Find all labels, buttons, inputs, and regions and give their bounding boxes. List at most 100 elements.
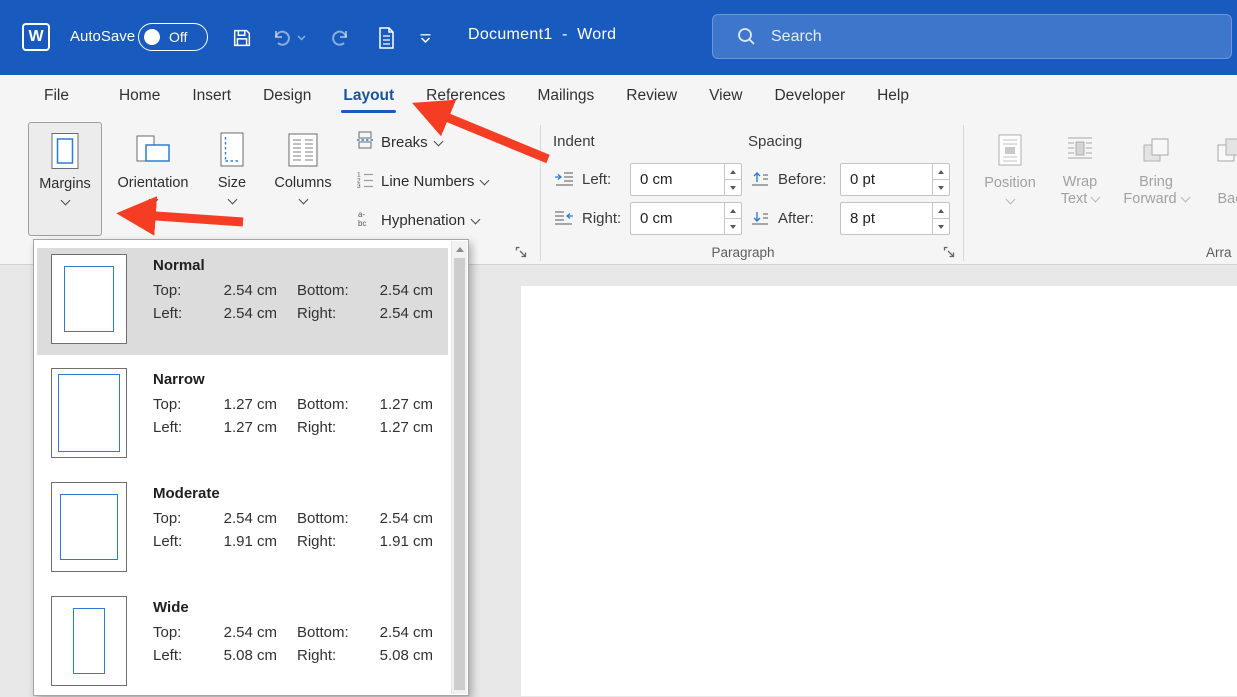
indent-left-spinner xyxy=(724,164,741,195)
bottom-label: Bottom: xyxy=(277,624,363,641)
spin-up-button[interactable] xyxy=(725,164,741,179)
right-value: 2.54 cm xyxy=(363,305,433,322)
indent-right-field xyxy=(630,202,742,235)
line-numbers-label: Line Numbers xyxy=(381,173,474,190)
margins-button[interactable]: Margins xyxy=(28,122,102,236)
position-button: Position xyxy=(982,122,1038,236)
tab-developer[interactable]: Developer xyxy=(758,75,861,117)
spacing-after-field xyxy=(840,202,950,235)
tab-help[interactable]: Help xyxy=(861,75,925,117)
spacing-before-spinner xyxy=(932,164,949,195)
line-numbers-button[interactable]: 123 Line Numbers xyxy=(350,166,494,196)
tab-references[interactable]: References xyxy=(410,75,521,117)
margins-option-moderate[interactable]: Moderate Top: 2.54 cm Bottom: 2.54 cm Le… xyxy=(37,476,448,583)
right-label: Right: xyxy=(277,419,363,436)
orientation-icon xyxy=(135,129,171,171)
tab-layout[interactable]: Layout xyxy=(327,75,410,117)
chevron-down-icon xyxy=(1005,195,1015,205)
margin-preview-icon xyxy=(51,368,127,458)
toggle-knob-icon xyxy=(144,29,160,45)
margin-option-title: Wide xyxy=(153,598,433,618)
spin-up-button[interactable] xyxy=(725,203,741,218)
spacing-after-spinner xyxy=(932,203,949,234)
left-value: 2.54 cm xyxy=(205,305,277,322)
margins-option-wide[interactable]: Wide Top: 2.54 cm Bottom: 2.54 cm Left: … xyxy=(37,590,448,697)
search-icon xyxy=(737,27,756,46)
tab-view[interactable]: View xyxy=(693,75,758,117)
margin-preview-icon xyxy=(51,482,127,572)
columns-label: Columns xyxy=(274,174,331,192)
bring-forward-icon xyxy=(1141,129,1171,171)
quick-access-dropdown-icon[interactable] xyxy=(416,24,434,52)
chevron-down-icon xyxy=(227,195,237,205)
indent-right-label: Right: xyxy=(582,202,621,235)
tab-file[interactable]: File xyxy=(28,75,85,117)
spin-up-button[interactable] xyxy=(933,203,949,218)
left-label: Left: xyxy=(153,305,205,322)
indent-left-field xyxy=(630,163,742,196)
size-label: Size xyxy=(218,174,246,192)
top-label: Top: xyxy=(153,396,205,413)
size-icon xyxy=(217,129,247,171)
tab-home[interactable]: Home xyxy=(103,75,176,117)
document-page[interactable] xyxy=(521,286,1237,696)
right-value: 1.27 cm xyxy=(363,419,433,436)
right-label: Right: xyxy=(277,647,363,664)
indent-right-spinner xyxy=(724,203,741,234)
indent-left-label: Left: xyxy=(582,163,611,196)
word-app-icon: W xyxy=(22,23,50,51)
tab-review[interactable]: Review xyxy=(610,75,693,117)
chevron-down-icon xyxy=(433,136,443,146)
spin-down-button[interactable] xyxy=(933,218,949,234)
tab-design[interactable]: Design xyxy=(247,75,327,117)
right-value: 1.91 cm xyxy=(363,533,433,550)
chevron-down-icon xyxy=(471,214,481,224)
tab-insert[interactable]: Insert xyxy=(176,75,247,117)
search-box[interactable]: Search xyxy=(712,14,1232,59)
margins-option-narrow[interactable]: Narrow Top: 1.27 cm Bottom: 1.27 cm Left… xyxy=(37,362,448,469)
margins-label: Margins xyxy=(39,175,91,193)
chevron-down-icon xyxy=(480,175,490,185)
bottom-value: 2.54 cm xyxy=(363,510,433,527)
orientation-button[interactable]: Orientation xyxy=(112,122,194,236)
save-icon[interactable] xyxy=(228,24,256,52)
right-label: Right: xyxy=(277,305,363,322)
chevron-down-icon xyxy=(60,196,70,206)
scrollbar-up-arrow-icon[interactable] xyxy=(452,241,467,257)
page-icon[interactable] xyxy=(372,24,400,52)
columns-button[interactable]: Columns xyxy=(268,122,338,236)
page-setup-dialog-launcher[interactable] xyxy=(513,244,529,260)
right-label: Right: xyxy=(277,533,363,550)
bottom-value: 2.54 cm xyxy=(363,282,433,299)
svg-text:3: 3 xyxy=(357,183,361,188)
menu-scrollbar[interactable] xyxy=(451,241,467,694)
margins-option-normal[interactable]: Normal Top: 2.54 cm Bottom: 2.54 cm Left… xyxy=(37,248,448,355)
top-value: 2.54 cm xyxy=(205,624,277,641)
spin-down-button[interactable] xyxy=(725,218,741,234)
hyphenation-icon: a-bc xyxy=(356,209,374,231)
paragraph-dialog-launcher[interactable] xyxy=(941,244,957,260)
bottom-value: 1.27 cm xyxy=(363,396,433,413)
top-label: Top: xyxy=(153,624,205,641)
left-value: 1.91 cm xyxy=(205,533,277,550)
hyphenation-label: Hyphenation xyxy=(381,212,465,229)
left-label: Left: xyxy=(153,419,205,436)
undo-dropdown-chevron-icon xyxy=(294,24,308,52)
spacing-before-label: Before: xyxy=(778,163,826,196)
breaks-button[interactable]: Breaks xyxy=(350,127,448,157)
spin-up-button[interactable] xyxy=(933,164,949,179)
document-title: Document1 - Word xyxy=(468,26,616,44)
tab-mailings[interactable]: Mailings xyxy=(521,75,610,117)
spin-down-button[interactable] xyxy=(725,179,741,195)
autosave-toggle[interactable]: Off xyxy=(138,23,208,51)
scrollbar-thumb[interactable] xyxy=(454,258,465,690)
spin-down-button[interactable] xyxy=(933,179,949,195)
size-button[interactable]: Size xyxy=(204,122,260,236)
bottom-value: 2.54 cm xyxy=(363,624,433,641)
right-value: 5.08 cm xyxy=(363,647,433,664)
hyphenation-button[interactable]: a-bc Hyphenation xyxy=(350,205,485,235)
indent-left-icon xyxy=(554,171,576,189)
spacing-before-icon xyxy=(750,171,772,189)
paragraph-group-label: Paragraph xyxy=(553,245,933,260)
orientation-label: Orientation xyxy=(118,174,189,192)
